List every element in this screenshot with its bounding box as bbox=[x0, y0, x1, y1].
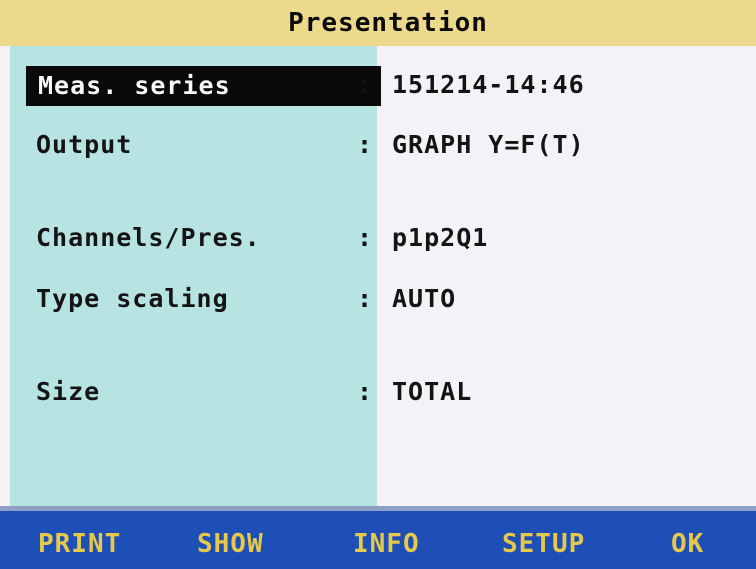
field-row-meas-series[interactable]: Meas. series : 151214-14:46 bbox=[10, 66, 756, 106]
field-value-channels: p1p2Q1 bbox=[392, 223, 489, 252]
field-colon: : bbox=[357, 223, 373, 252]
field-label-meas-series[interactable]: Meas. series bbox=[26, 66, 381, 106]
field-row-channels[interactable]: Channels/Pres. : p1p2Q1 bbox=[10, 219, 756, 259]
field-row-output[interactable]: Output : GRAPH Y=F(T) bbox=[10, 126, 756, 166]
setup-button[interactable]: SETUP bbox=[502, 529, 585, 559]
values-panel bbox=[377, 46, 756, 506]
show-button[interactable]: SHOW bbox=[197, 529, 264, 559]
field-label-size[interactable]: Size bbox=[36, 377, 100, 406]
title-bar: Presentation bbox=[0, 0, 756, 46]
field-label-output[interactable]: Output bbox=[36, 130, 132, 159]
field-label-channels[interactable]: Channels/Pres. bbox=[36, 223, 261, 252]
field-value-type-scaling: AUTO bbox=[392, 284, 457, 313]
field-row-type-scaling[interactable]: Type scaling : AUTO bbox=[10, 280, 756, 320]
print-button[interactable]: PRINT bbox=[38, 529, 121, 559]
field-colon: : bbox=[357, 377, 373, 406]
field-row-size[interactable]: Size : TOTAL bbox=[10, 373, 756, 413]
field-colon: : bbox=[357, 70, 373, 99]
field-label-type-scaling[interactable]: Type scaling bbox=[36, 284, 229, 313]
ok-button[interactable]: OK bbox=[671, 529, 704, 559]
field-value-output: GRAPH Y=F(T) bbox=[392, 130, 585, 159]
info-button[interactable]: INFO bbox=[353, 529, 420, 559]
field-colon: : bbox=[357, 284, 373, 313]
softkey-menu-bar: PRINT SHOW INFO SETUP OK bbox=[0, 511, 756, 569]
labels-panel bbox=[10, 46, 377, 506]
field-colon: : bbox=[357, 130, 373, 159]
page-title: Presentation bbox=[288, 8, 488, 38]
field-value-size: TOTAL bbox=[392, 377, 473, 406]
device-screen: Presentation Meas. series : 151214-14:46… bbox=[0, 0, 756, 569]
field-value-meas-series: 151214-14:46 bbox=[392, 70, 585, 99]
